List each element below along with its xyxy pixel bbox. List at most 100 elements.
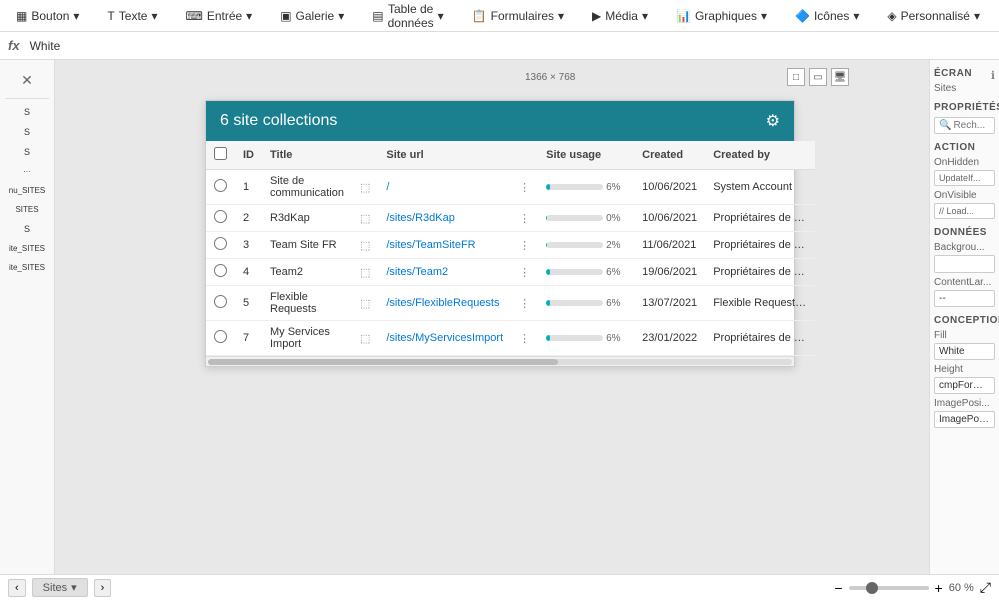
row-radio[interactable] — [214, 237, 227, 250]
row-url[interactable]: /sites/TeamSiteFR — [378, 232, 511, 259]
row-usage: 6% — [538, 286, 634, 321]
row-url[interactable]: /sites/Team2 — [378, 259, 511, 286]
load-value[interactable]: // Load... — [934, 203, 995, 219]
fit-screen-btn[interactable]: ⤢ — [980, 579, 991, 596]
sidebar-item-s3[interactable]: S — [0, 145, 54, 159]
bouton-icon: ▦ — [16, 9, 27, 23]
row-radio[interactable] — [214, 330, 227, 343]
row-created: 19/06/2021 — [634, 259, 705, 286]
row-more[interactable]: ⋮ — [511, 259, 538, 286]
toolbar-personnalise-btn[interactable]: ◈ Personnalisé ▾ — [879, 6, 988, 26]
frame-ctrl-monitor[interactable]: 🖥 — [831, 68, 849, 86]
row-url[interactable]: /sites/FlexibleRequests — [378, 286, 511, 321]
sidebar-item-sites2[interactable]: SITES — [0, 203, 54, 216]
sidebar-item-nu-sites[interactable]: nu_SITES — [0, 184, 54, 197]
sidebar-item-s1[interactable]: S — [0, 105, 54, 119]
chevron-down-icon9: ▾ — [853, 9, 859, 23]
info-icon[interactable]: ℹ — [991, 69, 995, 82]
sidebar-item-ite-sites2[interactable]: ite_SITES — [0, 261, 54, 274]
left-sidebar: ✕ S S S ··· nu_SITES SITES S ite_SITES i… — [0, 60, 55, 574]
fill-label: Fill — [934, 330, 995, 341]
row-more[interactable]: ⋮ — [511, 170, 538, 205]
row-radio[interactable] — [214, 295, 227, 308]
row-radio-cell — [206, 321, 235, 356]
toolbar-texte-btn[interactable]: T Texte ▾ — [99, 6, 165, 26]
row-icon: ⬚ — [352, 205, 378, 232]
status-bar-right: − + 60 % ⤢ — [834, 579, 991, 596]
toolbar-media-btn[interactable]: ▶ Média ▾ — [584, 6, 656, 26]
col-created-by: Created by — [705, 141, 815, 170]
toolbar-icones-btn[interactable]: 🔷 Icônes ▾ — [787, 6, 867, 26]
toolbar-formulaires-btn[interactable]: 📋 Formulaires ▾ — [464, 6, 572, 26]
contentlar-label: ContentLar... — [934, 277, 995, 288]
app-scrollbar[interactable] — [206, 356, 794, 366]
sidebar-divider — [5, 98, 48, 99]
table-row: 1 Site de communication ⬚ / ⋮ 6% 10/06/2… — [206, 170, 815, 205]
col-created: Created — [634, 141, 705, 170]
toolbar-bouton-btn[interactable]: ▦ Bouton ▾ — [8, 6, 87, 26]
row-radio[interactable] — [214, 264, 227, 277]
row-icon: ⬚ — [352, 286, 378, 321]
sidebar-item-s2[interactable]: S — [0, 125, 54, 139]
row-url[interactable]: /sites/MyServicesImport — [378, 321, 511, 356]
onvisible-label: OnVisible — [934, 190, 995, 201]
settings-gear-icon[interactable]: ⚙ — [766, 111, 780, 131]
imagepos-value[interactable]: ImagePos... — [934, 411, 995, 428]
imagepos-label: ImagePosi... — [934, 398, 995, 409]
row-id: 3 — [235, 232, 262, 259]
row-url[interactable]: / — [378, 170, 511, 205]
sidebar-item-ite-sites1[interactable]: ite_SITES — [0, 242, 54, 255]
personnalise-icon: ◈ — [887, 9, 896, 23]
fill-value[interactable]: White — [934, 343, 995, 360]
row-radio[interactable] — [214, 179, 227, 192]
zoom-slider[interactable] — [849, 586, 929, 590]
frame-ctrl-square1[interactable]: □ — [787, 68, 805, 86]
status-bar-scroll-right[interactable]: › — [94, 579, 112, 597]
row-radio-cell — [206, 205, 235, 232]
sites-tab-label: Sites — [43, 582, 67, 594]
properties-section: Propriétés 🔍 — [934, 102, 995, 134]
scrollbar-thumb[interactable] — [208, 359, 558, 365]
sites-tab[interactable]: Sites ▾ — [32, 578, 88, 597]
zoom-minus-btn[interactable]: − — [834, 580, 842, 596]
row-created: 10/06/2021 — [634, 170, 705, 205]
toolbar-galerie-btn[interactable]: ▣ Galerie ▾ — [272, 6, 352, 26]
properties-title: Propriétés — [934, 102, 995, 113]
properties-search-input[interactable] — [953, 120, 990, 131]
row-more[interactable]: ⋮ — [511, 205, 538, 232]
app-title: 6 site collections — [220, 112, 337, 130]
table-header-row: ID Title Site url Site usage Created Cre… — [206, 141, 815, 170]
height-value[interactable]: cmpFormF... — [934, 377, 995, 394]
background-value[interactable] — [934, 255, 995, 273]
zoom-plus-btn[interactable]: + — [935, 580, 943, 596]
toolbar-table-btn[interactable]: ▤ Table de données ▾ — [364, 0, 451, 33]
col-site-url: Site url — [378, 141, 511, 170]
row-more[interactable]: ⋮ — [511, 321, 538, 356]
row-id: 7 — [235, 321, 262, 356]
row-id: 4 — [235, 259, 262, 286]
row-created-by: Propriétaires de Team Site F... — [705, 232, 815, 259]
toolbar-graphiques-btn[interactable]: 📊 Graphiques ▾ — [668, 6, 775, 26]
col-id: ID — [235, 141, 262, 170]
graphiques-icon: 📊 — [676, 9, 691, 23]
row-radio[interactable] — [214, 210, 227, 223]
galerie-icon: ▣ — [280, 9, 291, 23]
contentlar-value[interactable]: -- — [934, 290, 995, 307]
row-more[interactable]: ⋮ — [511, 232, 538, 259]
row-created: 13/07/2021 — [634, 286, 705, 321]
frame-ctrl-square2[interactable]: ▭ — [809, 68, 827, 86]
formula-bar: fx White — [0, 32, 999, 60]
sidebar-close-btn[interactable]: ✕ — [15, 68, 39, 92]
toolbar-entree-btn[interactable]: ⌨ Entrée ▾ — [177, 6, 260, 26]
right-panel: ÉCRAN ℹ Sites Propriétés 🔍 ACTION OnHidd… — [929, 60, 999, 574]
status-bar-scroll-left[interactable]: ‹ — [8, 579, 26, 597]
updateif-value[interactable]: UpdateIf... — [934, 170, 995, 186]
select-all-checkbox[interactable] — [214, 147, 227, 160]
row-url[interactable]: /sites/R3dKap — [378, 205, 511, 232]
sidebar-item-sites[interactable]: ··· — [0, 165, 54, 178]
row-more[interactable]: ⋮ — [511, 286, 538, 321]
sidebar-item-s4[interactable]: S — [0, 222, 54, 236]
fx-label: fx — [8, 38, 20, 53]
properties-search-box[interactable]: 🔍 — [934, 117, 995, 134]
main-area: ✕ S S S ··· nu_SITES SITES S ite_SITES i… — [0, 60, 999, 574]
